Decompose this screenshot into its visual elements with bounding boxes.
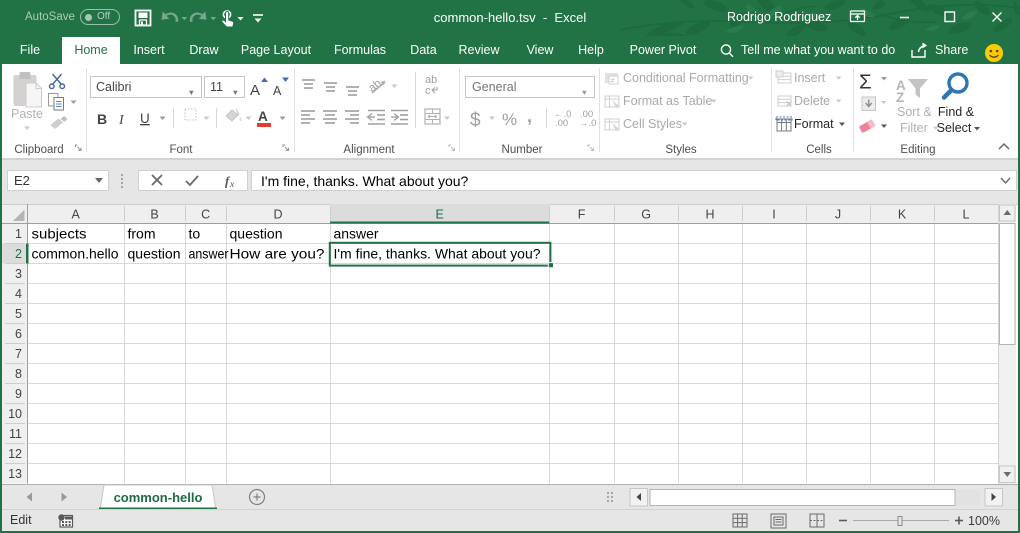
svg-text:question: question [230,226,283,242]
svg-text:5: 5 [15,307,22,321]
svg-text:13: 13 [8,467,22,481]
svg-text:B: B [150,208,158,222]
svg-text:12: 12 [8,447,22,461]
svg-text:E: E [436,208,444,222]
svg-text:Select: Select [937,121,972,135]
svg-text:Z: Z [896,90,904,105]
svg-text:Format as Table: Format as Table [623,94,712,108]
svg-text:Clipboard: Clipboard [14,144,63,156]
svg-text:Paste: Paste [11,107,43,121]
svg-text:4: 4 [15,287,22,301]
svg-text:11: 11 [9,427,22,441]
svg-text:Sort &: Sort & [897,105,932,119]
svg-text:x: x [229,180,235,190]
svg-text:A: A [273,84,282,98]
svg-text:B: B [97,111,107,127]
svg-text:common-hello: common-hello [114,490,203,505]
svg-text:from: from [128,226,156,242]
svg-text:→.0: →.0 [579,118,596,129]
svg-text:✕: ✕ [785,99,793,109]
svg-text:Styles: Styles [665,144,697,156]
svg-text:Cell Styles: Cell Styles [623,117,682,131]
svg-text:Number: Number [502,144,543,156]
svg-text:A: A [258,109,268,124]
svg-text:A: A [250,82,260,99]
svg-text:subjects: subjects [32,226,87,242]
svg-text:F: F [578,208,586,222]
svg-text:answer: answer [334,226,379,242]
svg-text:≠: ≠ [611,76,616,85]
svg-text:U: U [140,111,150,126]
svg-text:7: 7 [15,347,22,361]
svg-text:9: 9 [15,387,22,401]
svg-text:Cells: Cells [806,144,832,156]
svg-text:$: $ [470,110,481,131]
svg-text:I: I [772,208,775,222]
svg-text:Editing: Editing [900,144,935,156]
svg-text:common.hello: common.hello [32,246,119,262]
svg-text:c: c [425,85,431,97]
svg-text:Conditional Formatting: Conditional Formatting [623,71,749,85]
svg-text:Alignment: Alignment [343,144,395,156]
svg-text:question: question [128,246,181,262]
svg-text:10: 10 [8,407,22,421]
svg-text:Format: Format [794,117,834,131]
svg-text:100%: 100% [968,514,1000,528]
svg-text:G: G [641,208,651,222]
svg-text:,: , [527,106,532,126]
svg-text:A: A [72,208,81,222]
svg-text:8: 8 [15,367,22,381]
svg-text:Filter: Filter [900,121,928,135]
svg-text:I'm fine, thanks. What about y: I'm fine, thanks. What about you? [334,246,541,262]
svg-text:H: H [705,208,714,222]
svg-text:Σ: Σ [859,71,872,94]
svg-text:3: 3 [15,267,22,281]
svg-text:Find &: Find & [938,105,975,119]
svg-text:L: L [963,208,970,222]
svg-text:Insert: Insert [794,71,826,85]
svg-text:6: 6 [15,327,22,341]
svg-text:.00: .00 [555,118,568,129]
svg-text:C: C [201,208,210,222]
svg-text:answer: answer [189,246,229,262]
svg-text:J: J [835,208,841,222]
svg-text:2: 2 [15,247,22,261]
svg-text:D: D [273,208,282,222]
svg-text:to: to [189,226,201,242]
svg-text:1: 1 [15,227,22,241]
svg-text:K: K [898,208,907,222]
svg-text:How are you?: How are you? [230,246,325,262]
svg-text:Delete: Delete [794,94,830,108]
svg-text:Font: Font [169,144,193,156]
svg-text:I: I [118,113,125,128]
svg-text:%: % [502,110,517,129]
